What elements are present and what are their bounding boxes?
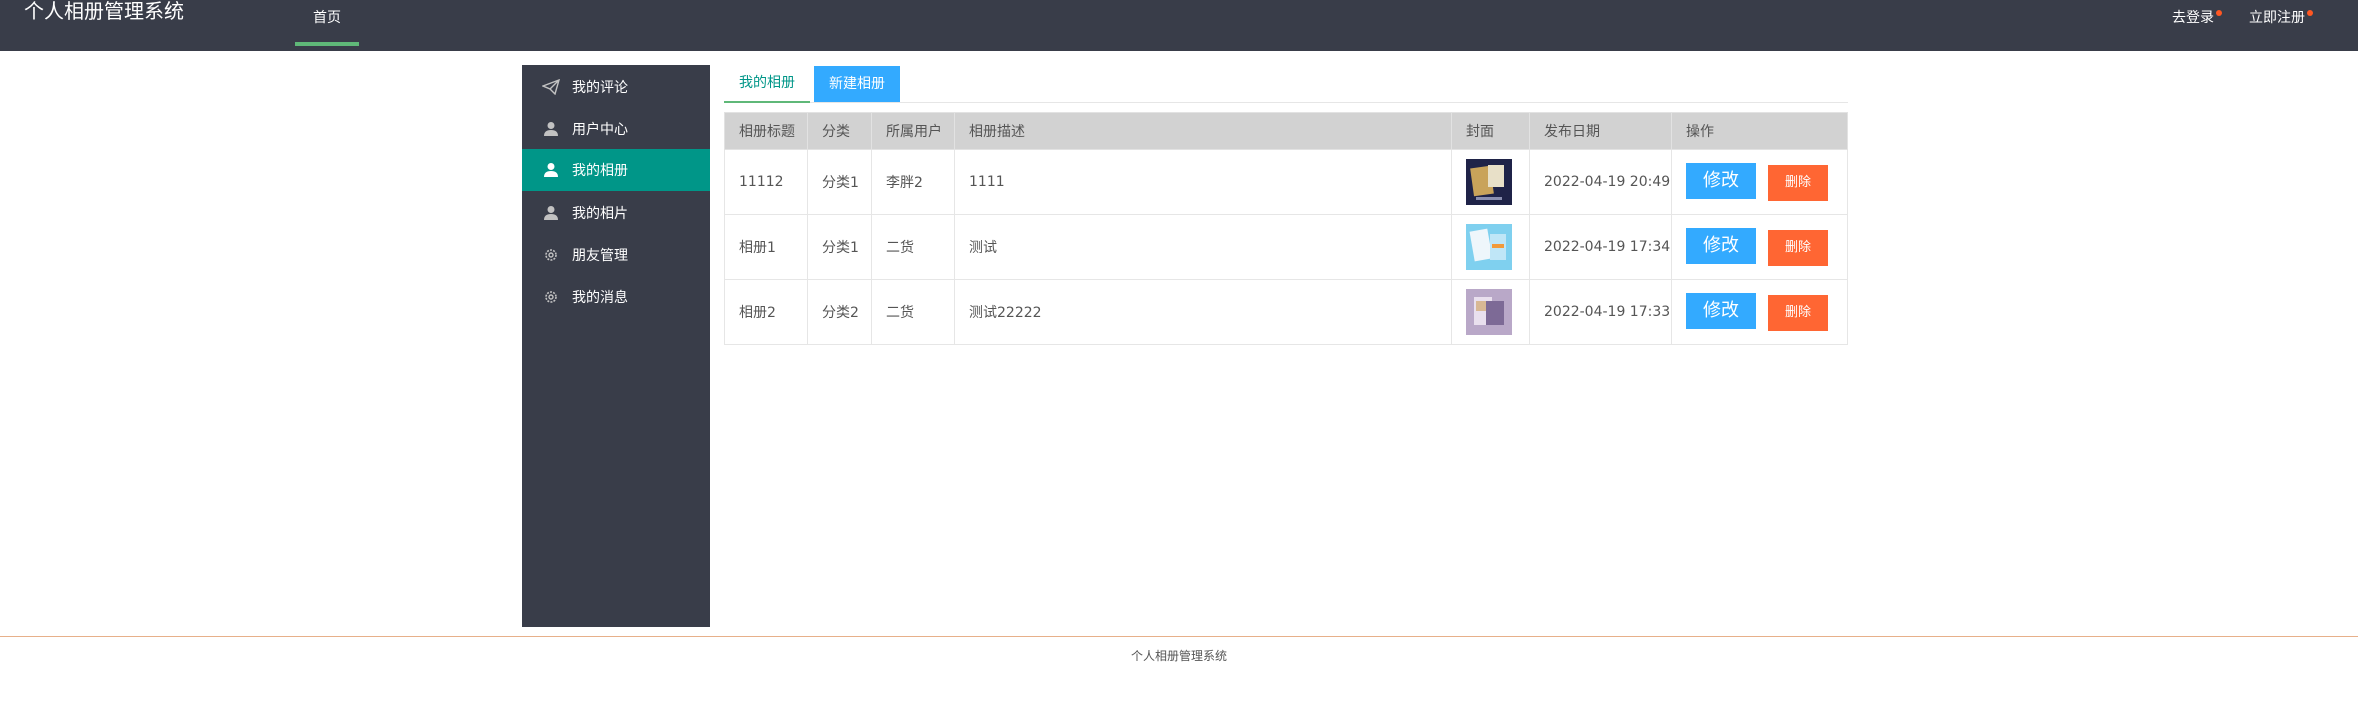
user-icon [542, 161, 560, 179]
sidebar-item-my-comments[interactable]: 我的评论 [522, 66, 710, 108]
tab-my-albums[interactable]: 我的相册 [724, 65, 810, 103]
delete-button[interactable]: 删除 [1768, 230, 1828, 266]
register-link[interactable]: 立即注册 [2249, 0, 2313, 36]
tab-bar: 我的相册 新建相册 [724, 65, 1848, 103]
login-link-label: 去登录 [2172, 10, 2214, 26]
album-cover-image[interactable] [1466, 289, 1512, 335]
column-header: 相册描述 [954, 112, 1452, 150]
login-badge-dot [2216, 10, 2222, 16]
column-header: 发布日期 [1529, 112, 1672, 150]
register-badge-dot [2307, 10, 2313, 16]
site-brand[interactable]: 个人相册管理系统 [24, 0, 184, 22]
table-header-row: 相册标题 分类 所属用户 相册描述 封面 发布日期 操作 [724, 112, 1848, 150]
album-date-cell: 2022-04-19 17:33 [1529, 279, 1672, 345]
album-category-cell: 分类1 [807, 149, 872, 215]
new-album-button[interactable]: 新建相册 [814, 66, 900, 102]
sidebar-item-my-photos[interactable]: 我的相片 [522, 192, 710, 234]
sidebar-item-label: 我的相片 [572, 206, 628, 222]
sidebar-item-label: 朋友管理 [572, 248, 628, 264]
sidebar-item-label: 我的评论 [572, 80, 628, 96]
sidebar-item-messages[interactable]: 我的消息 [522, 276, 710, 318]
column-header: 相册标题 [724, 112, 808, 150]
sidebar-item-my-albums[interactable]: 我的相册 [522, 149, 710, 191]
gear-icon [542, 288, 560, 306]
album-user-cell: 二货 [871, 214, 955, 280]
album-date-cell: 2022-04-19 17:34 [1529, 214, 1672, 280]
album-cover-image[interactable] [1466, 159, 1512, 205]
album-description-cell: 测试 [954, 214, 1452, 280]
nav-active-indicator [295, 42, 359, 46]
delete-button[interactable]: 删除 [1768, 165, 1828, 201]
gear-icon [542, 246, 560, 264]
delete-button[interactable]: 删除 [1768, 295, 1828, 331]
column-header: 操作 [1671, 112, 1848, 150]
register-link-label: 立即注册 [2249, 10, 2305, 26]
album-user-cell: 二货 [871, 279, 955, 345]
column-header: 分类 [807, 112, 872, 150]
actions-cell: 修改 删除 [1671, 214, 1848, 280]
sidebar: 我的评论 用户中心 我的相册 我的相片 朋友管理 我的消息 [522, 65, 710, 627]
login-link[interactable]: 去登录 [2172, 0, 2222, 36]
table-row: 相册1 分类1 二货 测试 2022-04-19 17:34 修改 删除 [724, 214, 1848, 280]
album-category-cell: 分类1 [807, 214, 872, 280]
albums-table: 相册标题 分类 所属用户 相册描述 封面 发布日期 操作 11112 分类1 李… [724, 112, 1848, 345]
sidebar-item-label: 我的相册 [572, 163, 628, 179]
sidebar-item-label: 用户中心 [572, 122, 628, 138]
sidebar-item-user-center[interactable]: 用户中心 [522, 108, 710, 150]
table-row: 11112 分类1 李胖2 1111 2022-04-19 20:49 修改 删除 [724, 149, 1848, 215]
edit-button[interactable]: 修改 [1686, 228, 1756, 264]
album-title-cell: 相册1 [724, 214, 808, 280]
column-header: 所属用户 [871, 112, 955, 150]
album-cover-cell [1451, 149, 1530, 215]
album-category-cell: 分类2 [807, 279, 872, 345]
actions-cell: 修改 删除 [1671, 279, 1848, 345]
nav-home-link[interactable]: 首页 [295, 0, 359, 46]
edit-button[interactable]: 修改 [1686, 293, 1756, 329]
table-row: 相册2 分类2 二货 测试22222 2022-04-19 17:33 修改 删除 [724, 279, 1848, 345]
footer-divider [0, 636, 2358, 637]
album-cover-cell [1451, 214, 1530, 280]
album-cover-image[interactable] [1466, 224, 1512, 270]
album-description-cell: 1111 [954, 149, 1452, 215]
album-cover-cell [1451, 279, 1530, 345]
footer-text: 个人相册管理系统 [1130, 649, 1227, 663]
user-icon [542, 204, 560, 222]
album-date-cell: 2022-04-19 20:49 [1529, 149, 1672, 215]
album-user-cell: 李胖2 [871, 149, 955, 215]
album-title-cell: 11112 [724, 149, 808, 215]
top-header: 个人相册管理系统 首页 去登录 立即注册 [0, 0, 2358, 51]
user-icon [542, 120, 560, 138]
column-header: 封面 [1451, 112, 1530, 150]
album-description-cell: 测试22222 [954, 279, 1452, 345]
album-title-cell: 相册2 [724, 279, 808, 345]
paper-plane-icon [542, 78, 560, 96]
actions-cell: 修改 删除 [1671, 149, 1848, 215]
edit-button[interactable]: 修改 [1686, 163, 1756, 199]
sidebar-item-friends[interactable]: 朋友管理 [522, 234, 710, 276]
sidebar-item-label: 我的消息 [572, 290, 628, 306]
